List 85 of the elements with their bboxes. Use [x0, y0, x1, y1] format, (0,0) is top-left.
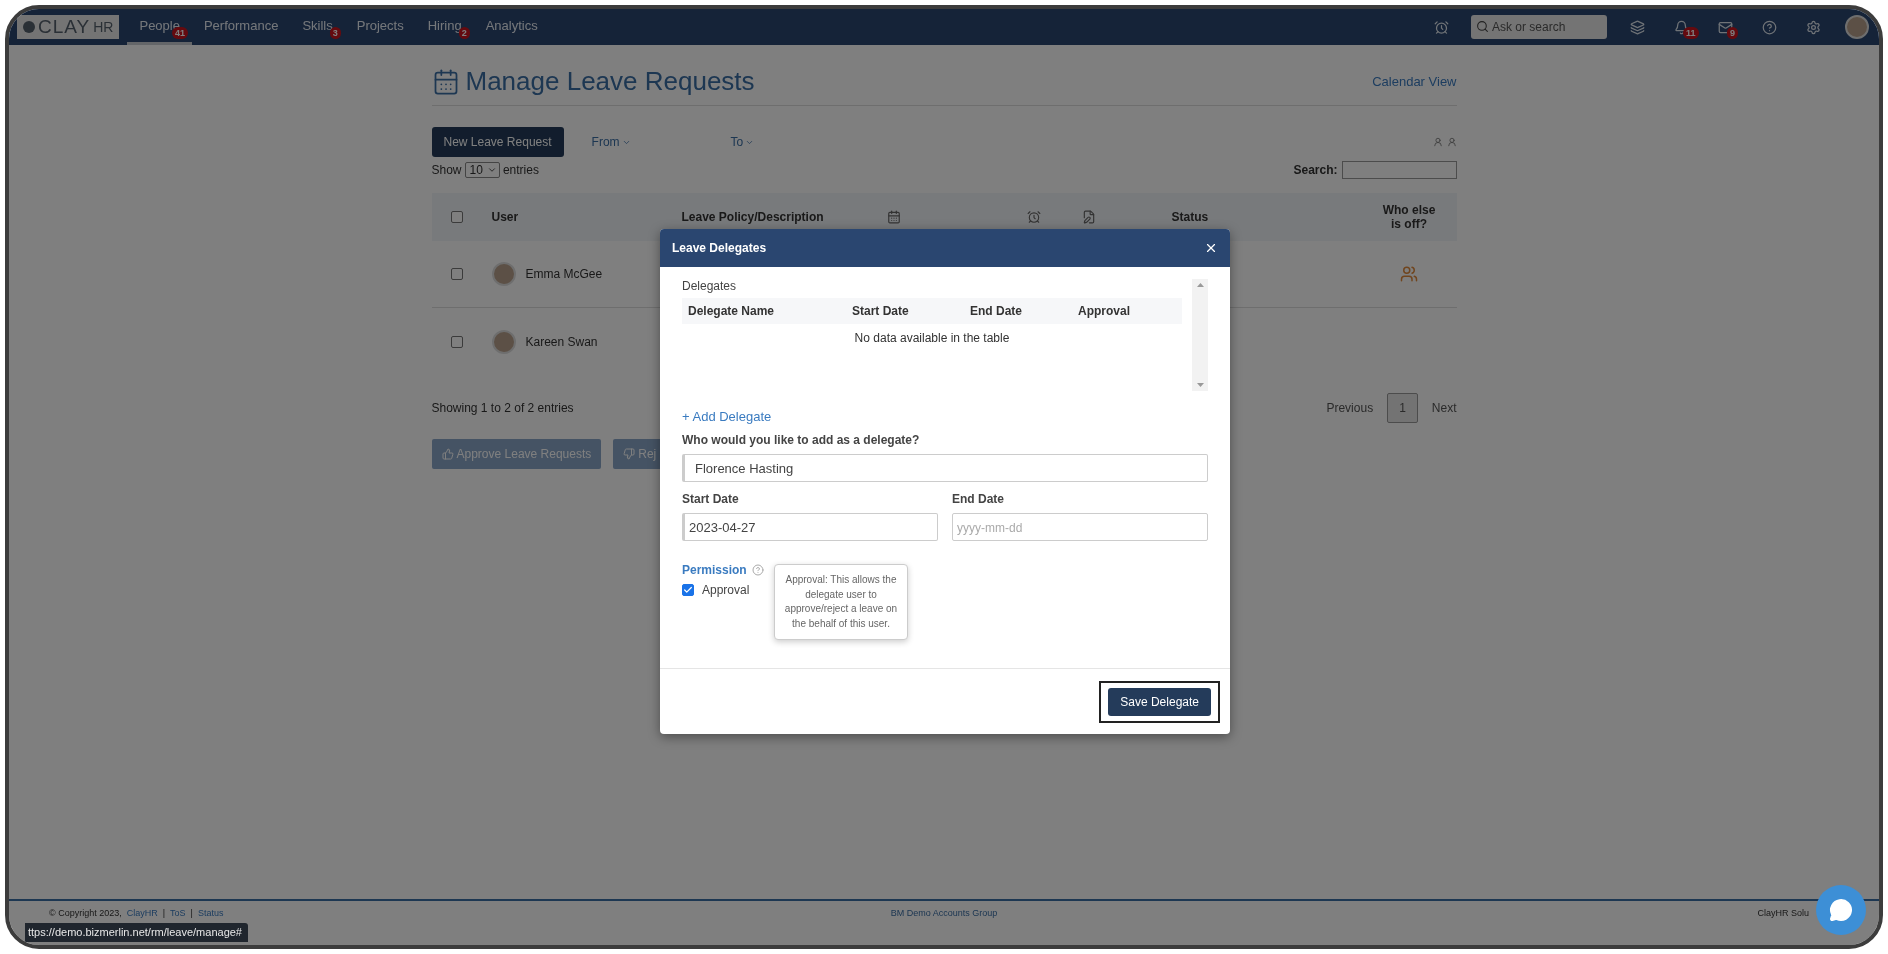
checkmark-icon — [683, 585, 693, 595]
column-header: End Date — [970, 304, 1023, 318]
end-date-field[interactable]: yyyy-mm-dd — [952, 513, 1208, 541]
settings-icon[interactable] — [1805, 19, 1821, 35]
help-icon[interactable] — [751, 564, 764, 576]
nav-tab[interactable]: Projects — [344, 9, 416, 45]
dialog-title: Leave Delegates — [672, 241, 767, 255]
page-size-select[interactable]: 10 — [464, 162, 500, 178]
search-label: Search: — [1293, 163, 1338, 177]
user-name: Emma McGee — [525, 267, 603, 281]
footer-link[interactable]: Status — [197, 908, 224, 918]
field-label: Who would you like to add as a delegate? — [682, 433, 921, 447]
edit-note-icon — [1081, 210, 1096, 224]
alarm-clock-icon[interactable] — [1433, 19, 1449, 35]
column-header[interactable]: User — [481, 210, 672, 224]
column-header[interactable]: Status — [1161, 210, 1362, 224]
caret-icon — [486, 165, 497, 175]
column-header: Approval — [1078, 304, 1131, 318]
scroll-down-icon[interactable] — [1196, 383, 1204, 387]
row-checkbox[interactable] — [450, 268, 463, 280]
pagination-button[interactable]: 1 — [1387, 393, 1418, 423]
show-label: Show — [431, 163, 462, 177]
close-icon[interactable] — [1204, 241, 1218, 255]
column-header[interactable]: Who else is off? — [1379, 203, 1439, 231]
footer-link[interactable]: ClayHR — [126, 908, 158, 918]
company-name: ClayHR Solu — [1757, 908, 1809, 918]
thumbs-down-icon — [623, 448, 636, 460]
organization-name: BM Demo Accounts Group — [890, 908, 998, 918]
tooltip: Approval: This allows the delegate user to approve/reject a leave on the behalf of this user. — [774, 564, 908, 640]
logo-suffix: HR — [93, 19, 114, 35]
footer-link[interactable]: ToS — [170, 908, 186, 918]
scrollbar[interactable] — [1192, 279, 1208, 391]
row-checkbox[interactable] — [450, 335, 463, 348]
copyright-text: © Copyright 2023, — [49, 908, 122, 918]
message-count: 9 — [1727, 27, 1738, 39]
date-filter-dropdown[interactable]: To — [730, 135, 755, 149]
select-all-checkbox[interactable] — [450, 211, 463, 223]
people-icon[interactable] — [1400, 265, 1418, 283]
status-url: ttps://demo.bizmerlin.net/rm/leave/manage# — [25, 923, 248, 942]
checkbox-label: Approval — [702, 583, 750, 597]
calendar-icon — [886, 210, 901, 224]
page-title: Manage Leave Requests — [465, 66, 755, 97]
column-header: Delegate Name — [688, 304, 776, 318]
separator: | — [162, 908, 166, 918]
save-delegate-button[interactable]: Save Delegate — [1108, 687, 1211, 716]
chat-bubble-icon — [1829, 898, 1853, 922]
entries-label: entries — [502, 163, 539, 177]
nav-tab[interactable]: People41 — [127, 9, 192, 45]
entries-info: Showing 1 to 2 of 2 entries — [431, 401, 574, 415]
column-header: Start Date — [852, 304, 910, 318]
pagination-button[interactable]: Previous — [1326, 401, 1374, 415]
user-icon[interactable] — [1446, 137, 1457, 147]
separator: | — [190, 908, 193, 918]
scroll-up-icon[interactable] — [1196, 283, 1204, 287]
delegate-name-field[interactable]: Florence Hasting — [682, 454, 1208, 482]
nav-tab[interactable]: Performance — [191, 9, 291, 45]
field-label: End Date — [952, 492, 1005, 506]
pagination-button[interactable]: Next — [1431, 401, 1457, 415]
calendar-view-link[interactable]: Calendar View — [1372, 74, 1457, 89]
date-filter-dropdown[interactable]: From — [591, 135, 631, 149]
user-icon[interactable] — [1432, 137, 1443, 147]
alarm-clock-icon — [1026, 210, 1041, 224]
search-field[interactable]: Ask or search — [1471, 15, 1607, 39]
logo-icon — [23, 21, 35, 33]
add-delegate-link[interactable]: + Add Delegate — [682, 409, 772, 424]
user-avatar — [491, 262, 516, 286]
nav-tab[interactable]: Analytics — [473, 9, 550, 45]
layers-icon[interactable] — [1629, 19, 1645, 35]
logo-text: CLAY — [38, 16, 91, 38]
mail-icon[interactable] — [1717, 19, 1733, 35]
section-label: Delegates — [682, 279, 738, 293]
chat-button[interactable] — [1816, 885, 1866, 935]
app-logo[interactable]: CLAY HR — [17, 15, 120, 39]
field-label: Start Date — [682, 492, 740, 506]
notification-count: 11 — [1683, 27, 1699, 39]
user-name: Kareen Swan — [525, 334, 598, 349]
user-avatar — [491, 329, 516, 354]
start-date-field[interactable]: 2023-04-27 — [682, 513, 938, 541]
column-header[interactable]: Leave Policy/Description — [671, 210, 877, 224]
permission-label: Permission — [682, 563, 747, 577]
thumbs-up-icon — [441, 448, 454, 460]
table-search-field[interactable] — [1341, 161, 1457, 179]
new-leave-request-button[interactable]: New Leave Request — [431, 127, 564, 157]
empty-table-message: No data available in the table — [853, 331, 1011, 345]
approval-checkbox[interactable] — [682, 584, 694, 596]
